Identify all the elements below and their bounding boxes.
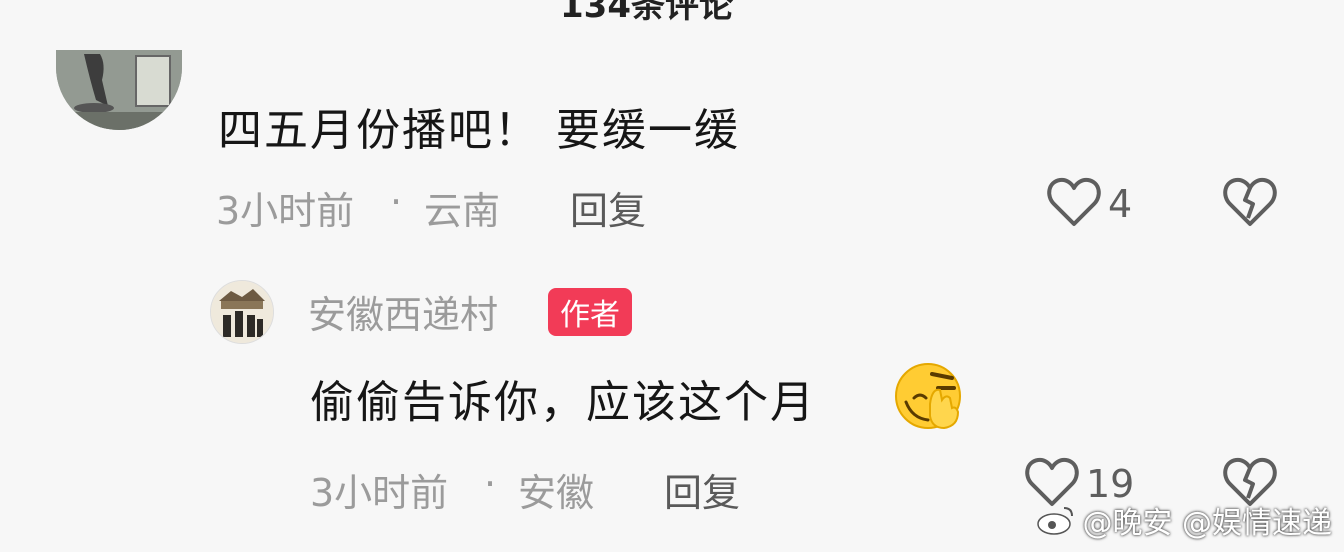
weibo-watermark: @晚安 @娱情速递: [1036, 498, 1332, 542]
reply-location: 安徽: [518, 471, 595, 515]
comment-section: 134条评论 四五月份播吧！ 要缓一缓 3小时前 · 云南 回复 4 安徽西递村…: [0, 0, 1344, 552]
comment-location: 云南: [424, 189, 501, 233]
dislike-button[interactable]: [1222, 176, 1278, 232]
like-button[interactable]: 4: [1046, 176, 1132, 232]
author-avatar[interactable]: [210, 280, 274, 344]
comment-time: 3小时前: [216, 189, 355, 233]
heart-outline-icon: [1046, 176, 1102, 232]
weibo-logo-icon: [1037, 507, 1074, 535]
face-with-hand-over-eyes-emoji: [892, 358, 968, 434]
avatar[interactable]: [56, 50, 182, 130]
meta-separator: ·: [390, 180, 403, 224]
reply-text: 偷偷告诉你，应该这个月: [310, 377, 816, 428]
author-badge: 作者: [548, 288, 632, 336]
reply-button[interactable]: 回复: [664, 462, 740, 517]
reply-button[interactable]: 回复: [570, 180, 646, 235]
comment-text: 四五月份播吧！ 要缓一缓: [218, 105, 740, 156]
meta-separator: ·: [484, 462, 497, 506]
broken-heart-icon: [1222, 176, 1278, 232]
comment-count-header: 134条评论: [560, 0, 733, 26]
watermark-text: @晚安 @娱情速递: [1082, 506, 1332, 541]
reply-time: 3小时前: [310, 471, 449, 515]
like-count: 4: [1108, 182, 1133, 226]
author-name[interactable]: 安徽西递村: [308, 284, 498, 339]
